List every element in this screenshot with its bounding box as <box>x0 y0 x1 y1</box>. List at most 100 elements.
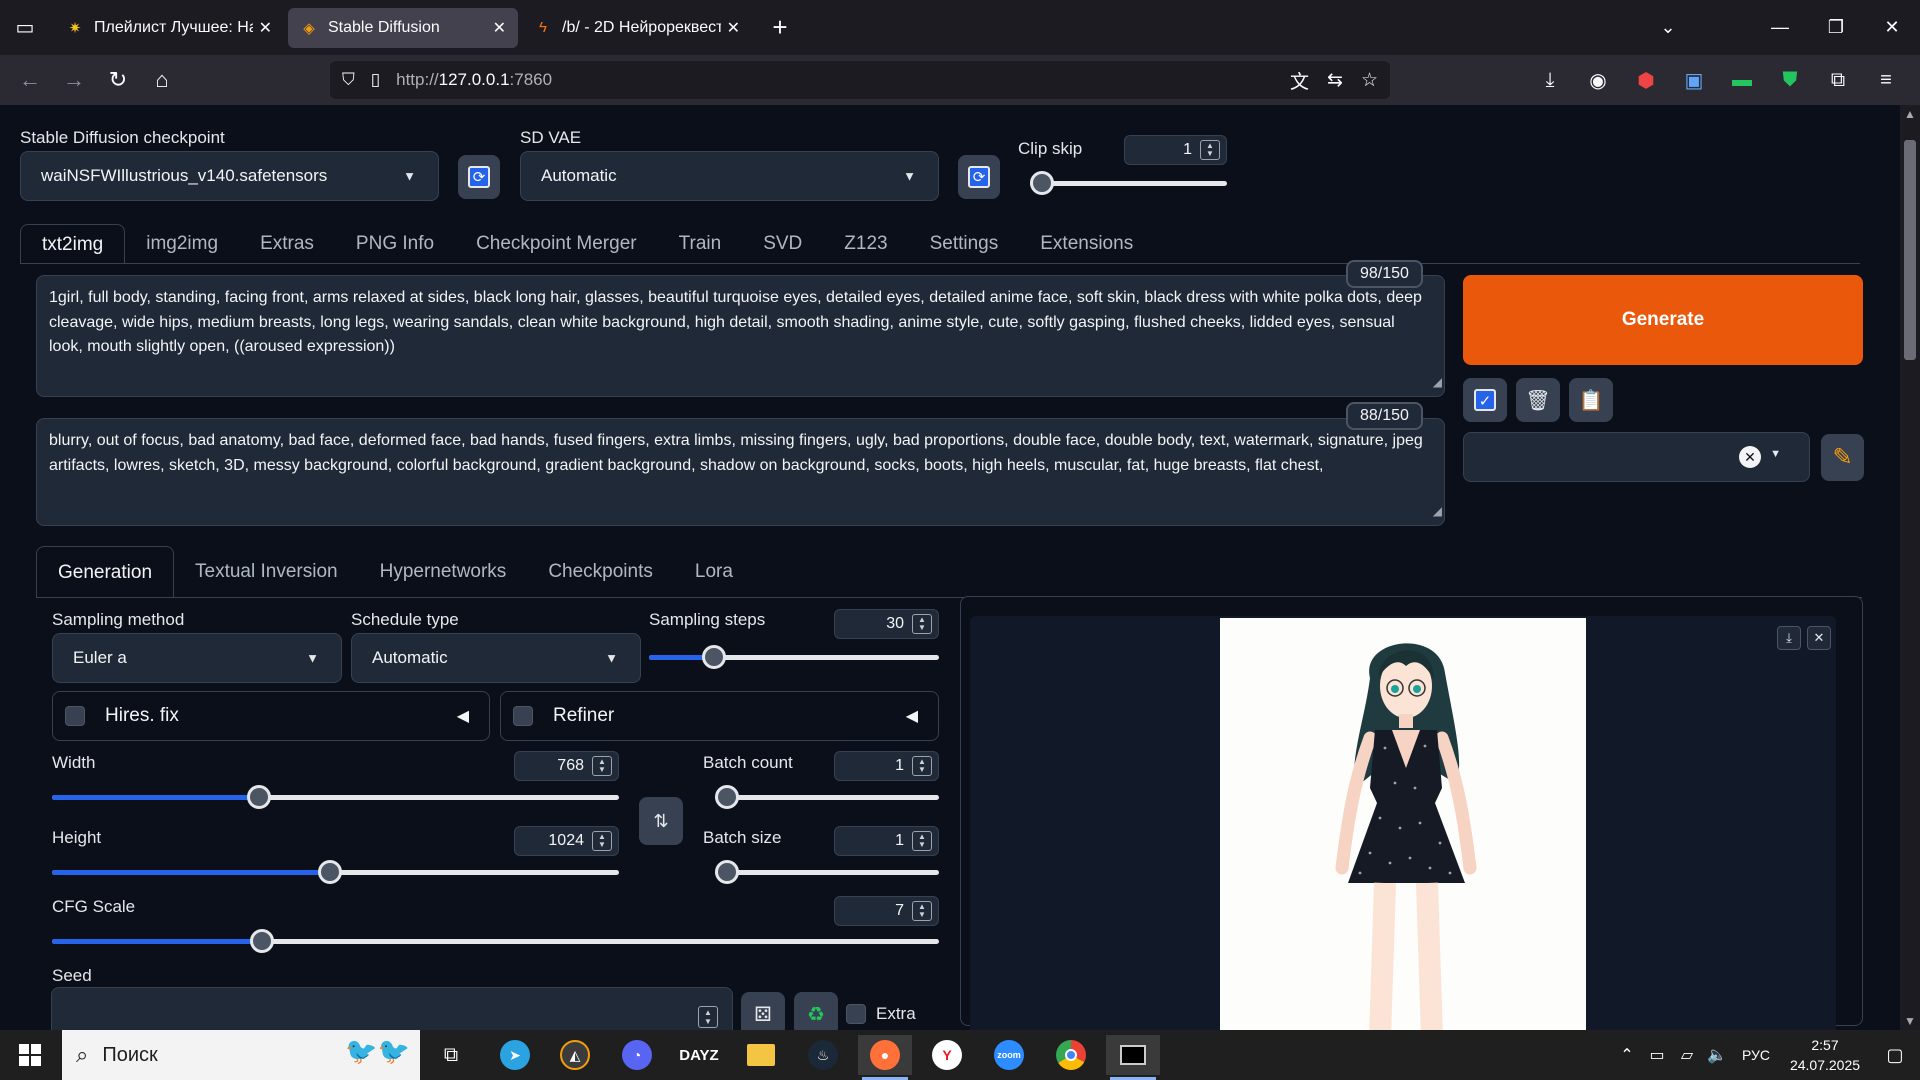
tab-extras[interactable]: Extras <box>239 224 335 264</box>
height-slider[interactable] <box>52 860 619 884</box>
collapse-triangle-icon[interactable]: ◀ <box>906 706 918 726</box>
batch-size-slider[interactable] <box>715 860 939 884</box>
minimize-icon[interactable]: — <box>1752 17 1808 38</box>
tab-checkpoints[interactable]: Checkpoints <box>527 546 674 598</box>
network-icon[interactable]: ▱ <box>1672 1045 1702 1065</box>
tab-png-info[interactable]: PNG Info <box>335 224 455 264</box>
terminal-icon[interactable] <box>1106 1035 1160 1080</box>
negative-prompt[interactable]: blurry, out of focus, bad anatomy, bad f… <box>36 418 1445 526</box>
hires-fix-accordion[interactable]: Hires. fix ◀ <box>52 691 490 741</box>
scrollbar-thumb[interactable] <box>1904 140 1916 360</box>
clip-skip-slider[interactable] <box>1030 171 1227 195</box>
extension-green-icon[interactable]: ▬ <box>1718 69 1766 92</box>
slider-handle[interactable] <box>1030 171 1054 195</box>
tab-z123[interactable]: Z123 <box>823 224 908 264</box>
height-input[interactable]: 1024 ▲ ▼ <box>514 826 619 856</box>
random-seed-button[interactable]: ⚄ <box>741 992 785 1030</box>
close-window-icon[interactable]: ✕ <box>1864 17 1920 38</box>
reload-icon[interactable]: ↻ <box>96 60 140 100</box>
slider-handle[interactable] <box>715 785 739 809</box>
discord-icon[interactable]: ◔ <box>610 1035 664 1075</box>
app-prism-icon[interactable]: ◭ <box>548 1035 602 1075</box>
translate-page-icon[interactable]: ⇆ <box>1327 69 1343 92</box>
close-icon[interactable]: ✕ <box>1807 626 1831 650</box>
start-button[interactable] <box>0 1030 60 1080</box>
extra-seed-checkbox[interactable] <box>846 1004 866 1024</box>
clip-skip-input[interactable]: 1 ▲ ▼ <box>1124 135 1227 165</box>
slider-handle[interactable] <box>715 860 739 884</box>
tab-textual-inversion[interactable]: Textual Inversion <box>174 546 359 598</box>
dayz-icon[interactable]: DAYZ <box>672 1035 726 1075</box>
back-icon[interactable]: ← <box>8 60 52 100</box>
tab-extensions[interactable]: Extensions <box>1019 224 1154 264</box>
chrome-icon[interactable] <box>1044 1035 1098 1075</box>
refresh-checkpoint-button[interactable]: ⟳ <box>458 155 500 199</box>
tab-txt2img[interactable]: txt2img <box>20 224 126 264</box>
slider-handle[interactable] <box>318 860 343 884</box>
checkpoint-select[interactable]: waiNSFWIllustrious_v140.safetensors ▼ <box>20 151 439 201</box>
tab-img2img[interactable]: img2img <box>125 224 239 264</box>
styles-select[interactable]: ✕ ▼ <box>1463 432 1810 482</box>
stepper-icon[interactable]: ▲ ▼ <box>912 831 932 851</box>
generated-image[interactable] <box>1220 618 1586 1030</box>
browser-tab-stable-diffusion[interactable]: ◈ Stable Diffusion ✕ <box>288 7 518 48</box>
new-tab-button[interactable]: + <box>760 8 800 48</box>
browser-tab-2ch[interactable]: ϟ /b/ - 2D Нейрореквест/фап тр ✕ <box>522 8 752 48</box>
cfg-scale-input[interactable]: 7 ▲ ▼ <box>834 896 939 926</box>
close-icon[interactable]: ✕ <box>259 18 272 38</box>
tab-checkpoint-merger[interactable]: Checkpoint Merger <box>455 224 658 264</box>
scroll-down-icon[interactable]: ▼ <box>1900 1014 1920 1028</box>
telegram-icon[interactable]: ➤ <box>488 1035 542 1075</box>
collapse-triangle-icon[interactable]: ◀ <box>457 706 469 726</box>
cfg-scale-slider[interactable] <box>52 929 939 953</box>
menu-icon[interactable]: ≡ <box>1862 69 1910 92</box>
hires-fix-checkbox[interactable] <box>65 706 85 726</box>
swap-dimensions-button[interactable]: ⇅ <box>639 797 683 845</box>
sampling-steps-slider[interactable] <box>649 645 939 669</box>
forward-icon[interactable]: → <box>52 60 96 100</box>
stepper-icon[interactable]: ▲ ▼ <box>698 1006 718 1028</box>
stepper-icon[interactable]: ▲ ▼ <box>1200 140 1220 160</box>
vae-select[interactable]: Automatic ▼ <box>520 151 939 201</box>
extension-shield-green-icon[interactable]: ⛊ <box>1766 69 1814 92</box>
stepper-icon[interactable]: ▲ ▼ <box>912 901 932 921</box>
language-indicator[interactable]: РУС <box>1732 1047 1780 1063</box>
volume-icon[interactable]: 🔈 <box>1702 1045 1732 1065</box>
clock[interactable]: 2:57 24.07.2025 <box>1780 1035 1870 1075</box>
tab-train[interactable]: Train <box>658 224 743 264</box>
battery-icon[interactable]: ▭ <box>1642 1045 1672 1065</box>
tab-lora[interactable]: Lora <box>674 546 754 598</box>
scroll-up-icon[interactable]: ▲ <box>1900 107 1920 121</box>
stepper-icon[interactable]: ▲ ▼ <box>592 756 612 776</box>
restore-icon[interactable]: ❐ <box>1808 17 1864 38</box>
tab-generation[interactable]: Generation <box>36 546 175 598</box>
account-icon[interactable]: ◉ <box>1574 68 1622 93</box>
download-icon[interactable]: ⤓ <box>1526 69 1574 92</box>
positive-prompt[interactable]: 1girl, full body, standing, facing front… <box>36 275 1445 397</box>
close-icon[interactable]: ✕ <box>727 18 740 38</box>
taskbar-search[interactable]: ⌕ Поиск 🐦🐦 <box>62 1030 420 1080</box>
file-explorer-icon[interactable] <box>734 1035 788 1075</box>
url-text[interactable]: http://127.0.0.1:7860 <box>396 70 552 90</box>
batch-size-input[interactable]: 1 ▲ ▼ <box>834 826 939 856</box>
shield-icon[interactable]: ⛉ <box>342 70 355 90</box>
extension-translate-icon[interactable]: ▣ <box>1670 68 1718 93</box>
extensions-puzzle-icon[interactable]: ⧉ <box>1814 69 1862 92</box>
bookmark-star-icon[interactable]: ☆ <box>1361 69 1378 92</box>
resize-handle-icon[interactable]: ◢ <box>1433 499 1442 524</box>
notifications-icon[interactable]: ▢ <box>1870 1045 1920 1066</box>
stepper-icon[interactable]: ▲ ▼ <box>912 614 932 634</box>
task-view-icon[interactable]: ⧉ <box>424 1035 478 1075</box>
home-icon[interactable]: ⌂ <box>140 60 184 100</box>
chevron-up-icon[interactable]: ⌃ <box>1612 1045 1642 1065</box>
page-scrollbar[interactable]: ▲ ▼ <box>1900 105 1920 1030</box>
yandex-browser-icon[interactable]: Y <box>920 1035 974 1075</box>
edit-styles-button[interactable]: ✎ <box>1821 434 1864 481</box>
tab-list-icon[interactable]: ▭ <box>0 0 50 55</box>
tab-svd[interactable]: SVD <box>742 224 823 264</box>
sampling-steps-input[interactable]: 30 ▲ ▼ <box>834 609 939 639</box>
tab-settings[interactable]: Settings <box>909 224 1020 264</box>
reuse-seed-button[interactable]: ♻ <box>794 992 838 1030</box>
paste-params-button[interactable]: 📋 <box>1569 378 1613 422</box>
sampling-method-select[interactable]: Euler a ▼ <box>52 633 342 683</box>
